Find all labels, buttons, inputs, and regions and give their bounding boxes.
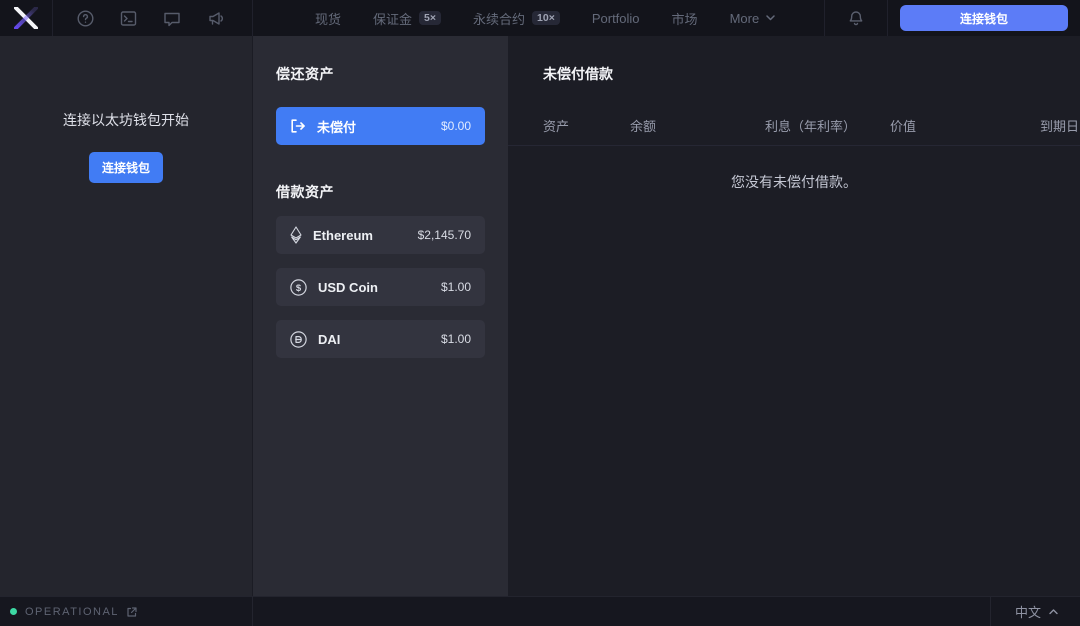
language-selector[interactable]: 中文 [990, 597, 1080, 626]
terminal-icon[interactable] [120, 10, 137, 27]
nav-margin-label: 保证金 [373, 9, 412, 28]
nav-more-label: More [730, 11, 760, 26]
language-label: 中文 [1015, 602, 1041, 621]
loans-table-header: 资产 余额 利息（年利率） 价值 到期日 [508, 106, 1080, 146]
nav-spot[interactable]: 现货 [315, 9, 341, 28]
topbar-divider [52, 0, 53, 36]
nav-perpetual[interactable]: 永续合约 10× [473, 9, 560, 28]
outstanding-loans-heading: 未偿付借款 [508, 64, 1080, 84]
operational-status-link[interactable]: OPERATIONAL [0, 597, 253, 626]
column-value: 价值 [890, 116, 1040, 135]
asset-row-ethereum[interactable]: Ethereum $2,145.70 [276, 216, 485, 254]
column-asset: 资产 [543, 116, 630, 135]
nav-margin[interactable]: 保证金 5× [373, 9, 441, 28]
main-nav: 现货 保证金 5× 永续合约 10× Portfolio 市场 More [315, 9, 775, 28]
wallet-connect-panel: 连接以太坊钱包开始 连接钱包 [0, 36, 253, 596]
connect-wallet-button-panel[interactable]: 连接钱包 [89, 152, 163, 183]
nav-markets-label: 市场 [672, 9, 698, 28]
external-link-icon [127, 607, 137, 617]
outstanding-row[interactable]: 未偿付 $0.00 [276, 107, 485, 145]
megaphone-icon[interactable] [207, 10, 226, 27]
column-due-date: 到期日 [1040, 116, 1079, 135]
nav-portfolio-label: Portfolio [592, 11, 640, 26]
nav-spot-label: 现货 [315, 9, 341, 28]
asset-value: $1.00 [441, 332, 471, 346]
nav-portfolio[interactable]: Portfolio [592, 11, 640, 26]
outstanding-label: 未偿付 [317, 117, 356, 136]
chevron-down-icon [766, 15, 775, 21]
status-dot [10, 608, 17, 615]
dydx-logo[interactable] [0, 7, 52, 29]
main-content: 连接以太坊钱包开始 连接钱包 偿还资产 未偿付 $0.00 借款资产 [0, 36, 1080, 596]
nav-perpetual-label: 永续合约 [473, 9, 525, 28]
asset-name: DAI [318, 332, 340, 347]
repay-icon [290, 119, 306, 133]
empty-loans-message: 您没有未偿付借款。 [508, 172, 1080, 192]
chevron-up-icon [1049, 609, 1058, 615]
outstanding-value: $0.00 [441, 119, 471, 133]
connect-wallet-button[interactable]: 连接钱包 [900, 5, 1068, 31]
svg-text:$: $ [296, 283, 302, 294]
status-label: OPERATIONAL [25, 606, 119, 618]
borrow-assets-heading: 借款资产 [276, 182, 485, 202]
asset-value: $2,145.70 [418, 228, 471, 242]
outstanding-loans-panel: 未偿付借款 资产 余额 利息（年利率） 价值 到期日 您没有未偿付借款。 [508, 36, 1080, 596]
repay-assets-heading: 偿还资产 [276, 64, 485, 84]
asset-value: $1.00 [441, 280, 471, 294]
usdc-icon: $ [290, 279, 307, 296]
asset-row-usdcoin[interactable]: $ USD Coin $1.00 [276, 268, 485, 306]
asset-name: Ethereum [313, 228, 373, 243]
asset-row-dai[interactable]: DAI $1.00 [276, 320, 485, 358]
nav-more[interactable]: More [730, 11, 776, 26]
leverage-badge-5x: 5× [419, 11, 441, 26]
chat-icon[interactable] [163, 10, 181, 27]
topbar-divider [252, 0, 253, 36]
topbar: 现货 保证金 5× 永续合约 10× Portfolio 市场 More 连接钱… [0, 0, 1080, 36]
help-icon[interactable] [77, 10, 94, 27]
dai-icon [290, 331, 307, 348]
statusbar: OPERATIONAL 中文 [0, 596, 1080, 626]
connect-prompt-text: 连接以太坊钱包开始 [63, 110, 189, 130]
repay-panel: 偿还资产 未偿付 $0.00 借款资产 Ethereum $2,145 [253, 36, 508, 596]
leverage-badge-10x: 10× [532, 11, 560, 26]
ethereum-icon [290, 226, 302, 244]
notifications-bell-icon[interactable] [825, 10, 887, 27]
column-interest-apr: 利息（年利率） [765, 116, 890, 135]
column-balance: 余额 [630, 116, 765, 135]
asset-name: USD Coin [318, 280, 378, 295]
nav-markets[interactable]: 市场 [672, 9, 698, 28]
topbar-icon-group [77, 10, 226, 27]
topbar-divider [887, 0, 888, 36]
